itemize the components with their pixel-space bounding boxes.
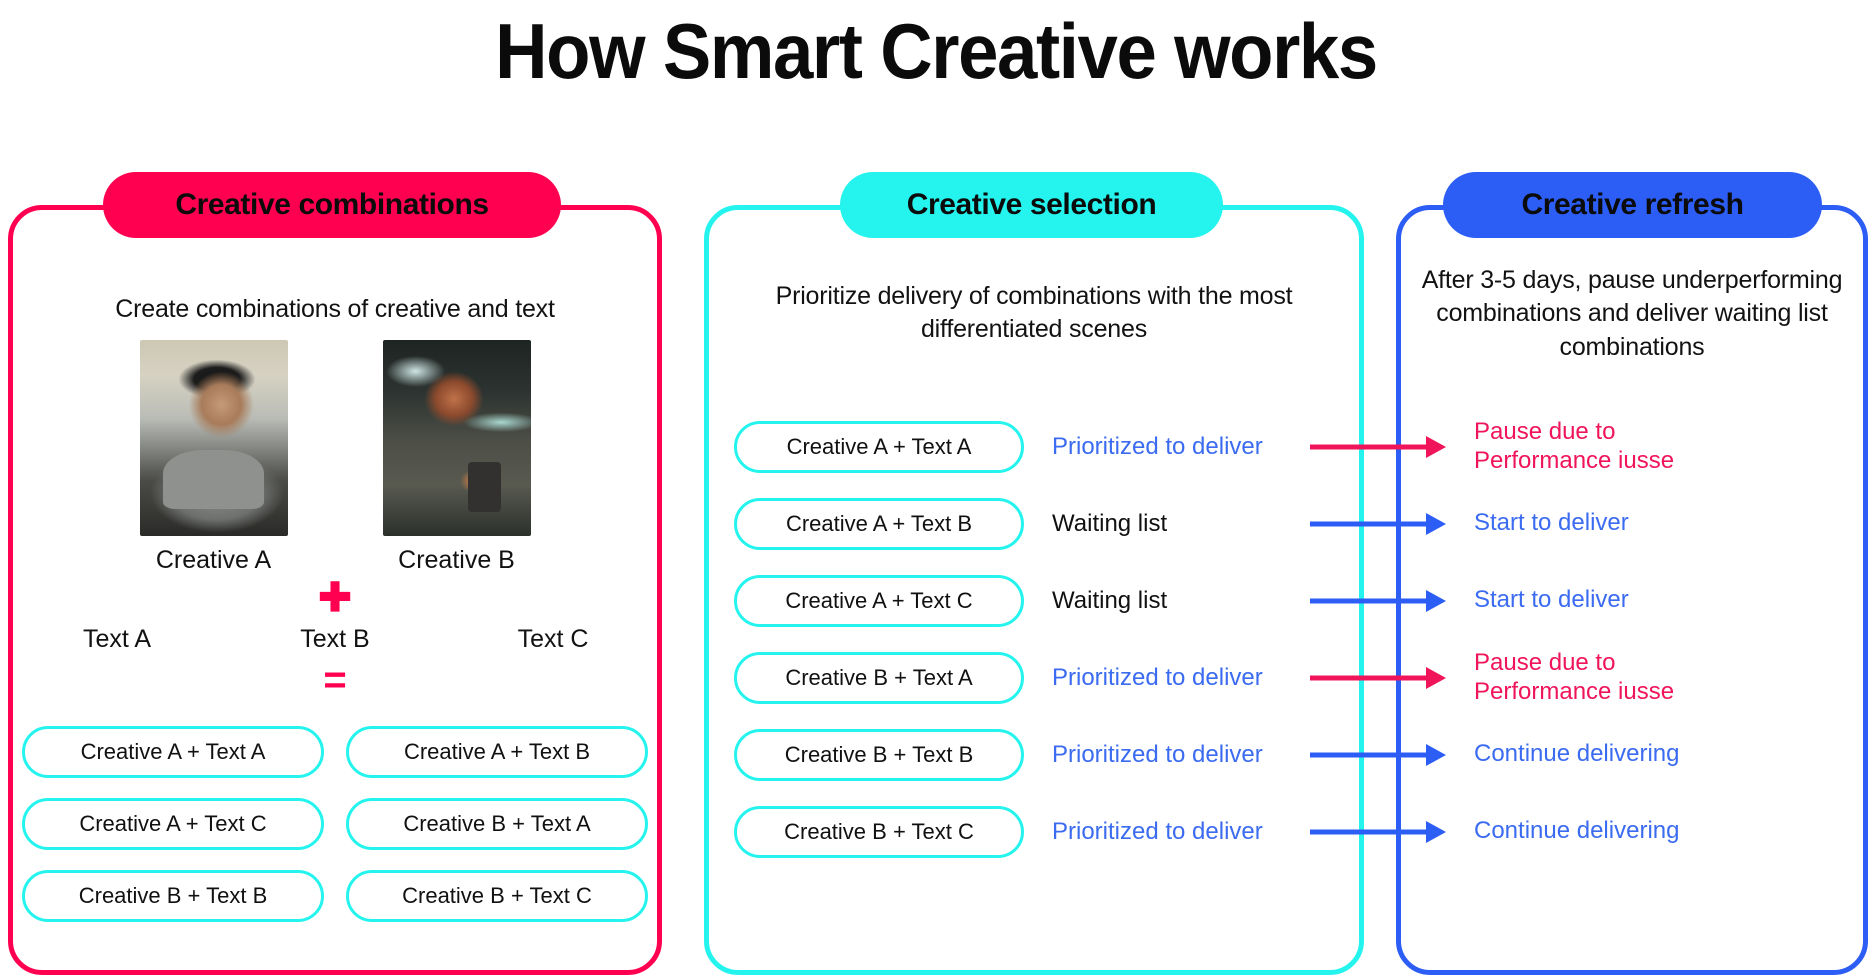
creative-b-label: Creative B [398, 546, 515, 574]
flow-combination-pill[interactable]: Creative A + Text B [734, 497, 1024, 550]
flow-arrow-icon [1310, 742, 1460, 768]
panel-header-creative-refresh: Creative refresh [1443, 172, 1822, 238]
flow-outcome-label: Start to deliver [1474, 509, 1629, 537]
creative-thumbnails-row: Creative A Creative B [8, 340, 662, 575]
combination-pill-grid: Creative A + Text A Creative A + Text B … [22, 726, 648, 922]
flow-outcome-label: Pause due to Performance iusse [1474, 418, 1675, 474]
flow-row: Creative B + Text A Prioritized to deliv… [704, 639, 1868, 716]
flow-arrow-icon [1310, 665, 1460, 691]
flow-outcome-label: Continue delivering [1474, 740, 1680, 768]
flow-combination-pill[interactable]: Creative A + Text A [734, 420, 1024, 473]
flow-status-label: Prioritized to deliver [1052, 740, 1263, 768]
flow-row: Creative A + Text A Prioritized to deliv… [704, 408, 1868, 485]
flow-arrow-icon [1310, 511, 1460, 537]
flow-outcome-label: Start to deliver [1474, 586, 1629, 614]
creative-card-a: Creative A [139, 340, 288, 575]
flow-status-label: Prioritized to deliver [1052, 663, 1263, 691]
flow-status-label: Waiting list [1052, 586, 1168, 614]
flow-combination-pill[interactable]: Creative B + Text C [734, 805, 1024, 858]
creative-a-image [139, 340, 288, 536]
creative-b-image [382, 340, 531, 536]
refresh-subtitle: After 3-5 days, pause underperforming co… [1421, 266, 1843, 361]
flow-arrow-icon [1310, 819, 1460, 845]
flow-outcome-label: Pause due to Performance iusse [1474, 649, 1675, 705]
flow-rows: Creative A + Text A Prioritized to deliv… [704, 408, 1868, 870]
combination-pill[interactable]: Creative B + Text C [346, 870, 648, 922]
flow-arrow-icon [1310, 588, 1460, 614]
text-variants-row: Text A Text B Text C [8, 625, 662, 654]
infographic-canvas: How Smart Creative works Creative combin… [0, 0, 1872, 980]
flow-combination-pill[interactable]: Creative A + Text C [734, 574, 1024, 627]
equals-operator-icon: = [323, 658, 347, 702]
flow-row: Creative A + Text B Waiting list Start t… [704, 485, 1868, 562]
combination-pill[interactable]: Creative A + Text C [22, 798, 324, 850]
flow-arrow-icon [1310, 434, 1460, 460]
flow-status-label: Waiting list [1052, 509, 1168, 537]
panel-header-creative-combinations: Creative combinations [103, 172, 561, 238]
flow-row: Creative A + Text C Waiting list Start t… [704, 562, 1868, 639]
combinations-subtitle: Create combinations of creative and text [115, 295, 555, 323]
creative-card-b: Creative B [382, 340, 531, 575]
creative-a-label: Creative A [155, 546, 272, 574]
combination-pill[interactable]: Creative A + Text A [22, 726, 324, 778]
combination-pill[interactable]: Creative A + Text B [346, 726, 648, 778]
flow-outcome-label: Continue delivering [1474, 817, 1680, 845]
flow-combination-pill[interactable]: Creative B + Text A [734, 651, 1024, 704]
text-variant-b: Text B [300, 625, 370, 653]
combination-pill[interactable]: Creative B + Text A [346, 798, 648, 850]
plus-operator-icon: ✚ [318, 576, 352, 620]
flow-row: Creative B + Text C Prioritized to deliv… [704, 793, 1868, 870]
flow-status-label: Prioritized to deliver [1052, 817, 1263, 845]
combination-pill[interactable]: Creative B + Text B [22, 870, 324, 922]
text-variant-c: Text C [517, 625, 589, 653]
flow-row: Creative B + Text B Prioritized to deliv… [704, 716, 1868, 793]
flow-combination-pill[interactable]: Creative B + Text B [734, 728, 1024, 781]
panel-header-creative-selection: Creative selection [840, 172, 1223, 238]
text-variant-a: Text A [82, 625, 152, 653]
selection-subtitle: Prioritize delivery of combinations with… [775, 282, 1293, 344]
page-title: How Smart Creative works [495, 7, 1378, 95]
flow-status-label: Prioritized to deliver [1052, 432, 1263, 460]
